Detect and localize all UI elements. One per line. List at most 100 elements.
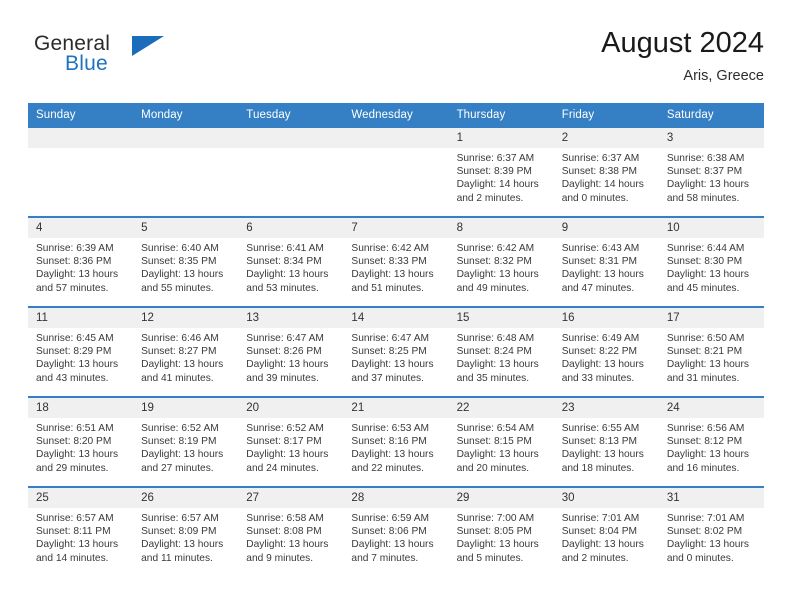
daylight-text: Daylight: 13 hours and 45 minutes.	[666, 269, 749, 294]
sunrise-text: Sunrise: 6:52 AM	[246, 423, 324, 434]
day-number: 7	[343, 218, 449, 238]
day-cell-inner: 28 Sunrise: 6:59 AM Sunset: 8:06 PM Dayligh…	[343, 488, 449, 576]
day-number: 9	[553, 218, 659, 238]
day-number: 21	[343, 398, 449, 418]
calendar-day-cell[interactable]: 14 Sunrise: 6:47 AM Sunset: 8:25 PM Dayligh…	[343, 306, 449, 397]
day-cell-inner: 26 Sunrise: 6:57 AM Sunset: 8:09 PM Dayligh…	[133, 488, 239, 576]
day-details: Sunrise: 6:56 AM Sunset: 8:12 PM Daylight:…	[659, 418, 764, 475]
sunrise-text: Sunrise: 6:49 AM	[561, 333, 640, 344]
calendar-day-cell[interactable]: 18 Sunrise: 6:51 AM Sunset: 8:20 PM Dayligh…	[28, 396, 134, 487]
day-number: 12	[133, 308, 239, 328]
daylight-text: Daylight: 13 hours and 55 minutes.	[141, 269, 224, 294]
calendar-page: General Blue August 2024 Aris, Greece Su…	[0, 0, 792, 612]
calendar-day-cell[interactable]: 8 Sunrise: 6:42 AM Sunset: 8:32 PM Daylight…	[448, 216, 554, 307]
sunset-text: Sunset: 8:20 PM	[36, 436, 112, 448]
weekday-header-tuesday: Tuesday	[238, 103, 344, 127]
day-cell-inner: 3 Sunrise: 6:38 AM Sunset: 8:37 PM Daylight…	[658, 128, 764, 216]
daylight-text: Daylight: 13 hours and 16 minutes.	[666, 449, 749, 474]
calendar-week-row: 4 Sunrise: 6:39 AM Sunset: 8:36 PM Daylight…	[28, 216, 764, 307]
calendar-day-cell[interactable]: 9 Sunrise: 6:43 AM Sunset: 8:31 PM Daylight…	[553, 216, 659, 307]
calendar-day-cell[interactable]: 10 Sunrise: 6:44 AM Sunset: 8:30 PM Dayligh…	[658, 216, 764, 307]
calendar-day-cell[interactable]: 7 Sunrise: 6:42 AM Sunset: 8:33 PM Daylight…	[343, 216, 449, 307]
sunrise-text: Sunrise: 6:45 AM	[36, 333, 114, 344]
calendar-week-row: 1 Sunrise: 6:37 AM Sunset: 8:39 PM Daylight…	[28, 126, 764, 217]
calendar-day-cell[interactable]: 12 Sunrise: 6:46 AM Sunset: 8:27 PM Dayligh…	[133, 306, 239, 397]
sunset-text: Sunset: 8:22 PM	[561, 346, 638, 358]
calendar-day-cell[interactable]: 24 Sunrise: 6:56 AM Sunset: 8:12 PM Dayligh…	[658, 396, 764, 487]
day-number: 16	[553, 308, 659, 328]
calendar-day-cell[interactable]: 26 Sunrise: 6:57 AM Sunset: 8:09 PM Dayligh…	[133, 486, 239, 576]
calendar-day-cell[interactable]: 16 Sunrise: 6:49 AM Sunset: 8:22 PM Dayligh…	[553, 306, 659, 397]
sunset-text: Sunset: 8:06 PM	[351, 526, 427, 538]
calendar-day-cell[interactable]: 21 Sunrise: 6:53 AM Sunset: 8:16 PM Dayligh…	[343, 396, 449, 487]
sunrise-text: Sunrise: 6:55 AM	[561, 423, 640, 434]
calendar-day-cell[interactable]: 1 Sunrise: 6:37 AM Sunset: 8:39 PM Daylight…	[448, 126, 554, 217]
day-cell-inner	[343, 128, 449, 216]
calendar-day-cell[interactable]: 4 Sunrise: 6:39 AM Sunset: 8:36 PM Daylight…	[28, 216, 134, 307]
calendar-day-cell[interactable]: 17 Sunrise: 6:50 AM Sunset: 8:21 PM Dayligh…	[658, 306, 764, 397]
daylight-text: Daylight: 13 hours and 29 minutes.	[36, 449, 119, 474]
sunset-text: Sunset: 8:08 PM	[246, 526, 322, 538]
day-number	[133, 128, 239, 148]
calendar-day-cell[interactable]: 22 Sunrise: 6:54 AM Sunset: 8:15 PM Dayligh…	[448, 396, 554, 487]
daylight-text: Daylight: 13 hours and 37 minutes.	[351, 359, 434, 384]
day-details: Sunrise: 7:00 AM Sunset: 8:05 PM Daylight:…	[449, 508, 554, 565]
calendar-day-cell[interactable]: 30 Sunrise: 7:01 AM Sunset: 8:04 PM Dayligh…	[553, 486, 659, 576]
brand-logo[interactable]: General Blue	[34, 32, 214, 88]
daylight-text: Daylight: 13 hours and 41 minutes.	[141, 359, 224, 384]
day-details: Sunrise: 7:01 AM Sunset: 8:02 PM Daylight:…	[659, 508, 764, 565]
day-details: Sunrise: 6:49 AM Sunset: 8:22 PM Daylight:…	[554, 328, 659, 385]
day-details: Sunrise: 6:37 AM Sunset: 8:38 PM Daylight:…	[554, 148, 659, 205]
day-details: Sunrise: 6:57 AM Sunset: 8:09 PM Daylight:…	[133, 508, 238, 565]
calendar-body: 1 Sunrise: 6:37 AM Sunset: 8:39 PM Daylight…	[28, 126, 764, 576]
daylight-text: Daylight: 13 hours and 20 minutes.	[456, 449, 539, 474]
day-details: Sunrise: 6:44 AM Sunset: 8:30 PM Daylight:…	[659, 238, 764, 295]
calendar-day-cell[interactable]: 19 Sunrise: 6:52 AM Sunset: 8:19 PM Dayligh…	[133, 396, 239, 487]
page-header: General Blue August 2024 Aris, Greece	[28, 26, 764, 98]
calendar-day-cell[interactable]: 5 Sunrise: 6:40 AM Sunset: 8:35 PM Daylight…	[133, 216, 239, 307]
sunset-text: Sunset: 8:24 PM	[456, 346, 532, 358]
calendar-day-cell[interactable]: 23 Sunrise: 6:55 AM Sunset: 8:13 PM Dayligh…	[553, 396, 659, 487]
calendar-day-cell[interactable]: 31 Sunrise: 7:01 AM Sunset: 8:02 PM Dayligh…	[658, 486, 764, 576]
calendar-week-row: 25 Sunrise: 6:57 AM Sunset: 8:11 PM Dayligh…	[28, 486, 764, 576]
calendar-day-cell[interactable]: 20 Sunrise: 6:52 AM Sunset: 8:17 PM Dayligh…	[238, 396, 344, 487]
day-cell-inner: 21 Sunrise: 6:53 AM Sunset: 8:16 PM Dayligh…	[343, 398, 449, 486]
day-number: 25	[28, 488, 134, 508]
calendar-day-cell[interactable]: 27 Sunrise: 6:58 AM Sunset: 8:08 PM Dayligh…	[238, 486, 344, 576]
calendar-day-cell[interactable]: 2 Sunrise: 6:37 AM Sunset: 8:38 PM Daylight…	[553, 126, 659, 217]
day-details: Sunrise: 6:41 AM Sunset: 8:34 PM Daylight:…	[238, 238, 343, 295]
day-cell-inner: 14 Sunrise: 6:47 AM Sunset: 8:25 PM Dayligh…	[343, 308, 449, 396]
day-cell-inner: 16 Sunrise: 6:49 AM Sunset: 8:22 PM Dayligh…	[553, 308, 659, 396]
daylight-text: Daylight: 13 hours and 11 minutes.	[141, 539, 224, 564]
sunset-text: Sunset: 8:15 PM	[456, 436, 532, 448]
day-details: Sunrise: 6:52 AM Sunset: 8:19 PM Daylight:…	[133, 418, 238, 475]
calendar-day-cell[interactable]: 3 Sunrise: 6:38 AM Sunset: 8:37 PM Daylight…	[658, 126, 764, 217]
calendar-day-cell[interactable]: 28 Sunrise: 6:59 AM Sunset: 8:06 PM Dayligh…	[343, 486, 449, 576]
sunrise-text: Sunrise: 7:00 AM	[456, 513, 535, 524]
blue-triangle-flag-icon	[132, 36, 164, 56]
calendar-day-cell[interactable]: 11 Sunrise: 6:45 AM Sunset: 8:29 PM Dayligh…	[28, 306, 134, 397]
day-number: 26	[133, 488, 239, 508]
sunset-text: Sunset: 8:13 PM	[561, 436, 638, 448]
daylight-text: Daylight: 13 hours and 0 minutes.	[666, 539, 749, 564]
sunset-text: Sunset: 8:33 PM	[351, 256, 427, 268]
sunset-text: Sunset: 8:37 PM	[666, 166, 743, 178]
day-number: 11	[28, 308, 134, 328]
day-cell-inner: 24 Sunrise: 6:56 AM Sunset: 8:12 PM Dayligh…	[658, 398, 764, 486]
calendar-day-cell[interactable]: 25 Sunrise: 6:57 AM Sunset: 8:11 PM Dayligh…	[28, 486, 134, 576]
sunrise-text: Sunrise: 6:48 AM	[456, 333, 535, 344]
day-details: Sunrise: 6:51 AM Sunset: 8:20 PM Daylight:…	[28, 418, 133, 475]
sunset-text: Sunset: 8:02 PM	[666, 526, 743, 538]
calendar-day-cell[interactable]: 29 Sunrise: 7:00 AM Sunset: 8:05 PM Dayligh…	[448, 486, 554, 576]
day-details: Sunrise: 6:39 AM Sunset: 8:36 PM Daylight:…	[28, 238, 133, 295]
sunrise-text: Sunrise: 6:59 AM	[351, 513, 430, 524]
daylight-text: Daylight: 13 hours and 49 minutes.	[456, 269, 539, 294]
sunrise-text: Sunrise: 6:39 AM	[36, 243, 114, 254]
calendar-day-cell[interactable]: 15 Sunrise: 6:48 AM Sunset: 8:24 PM Dayligh…	[448, 306, 554, 397]
day-details: Sunrise: 6:47 AM Sunset: 8:25 PM Daylight:…	[343, 328, 448, 385]
calendar-table: Sunday Monday Tuesday Wednesday Thursday…	[28, 103, 764, 576]
calendar-day-cell[interactable]: 13 Sunrise: 6:47 AM Sunset: 8:26 PM Dayligh…	[238, 306, 344, 397]
day-details: Sunrise: 6:58 AM Sunset: 8:08 PM Daylight:…	[238, 508, 343, 565]
sunrise-text: Sunrise: 6:43 AM	[561, 243, 640, 254]
calendar-day-cell[interactable]: 6 Sunrise: 6:41 AM Sunset: 8:34 PM Daylight…	[238, 216, 344, 307]
